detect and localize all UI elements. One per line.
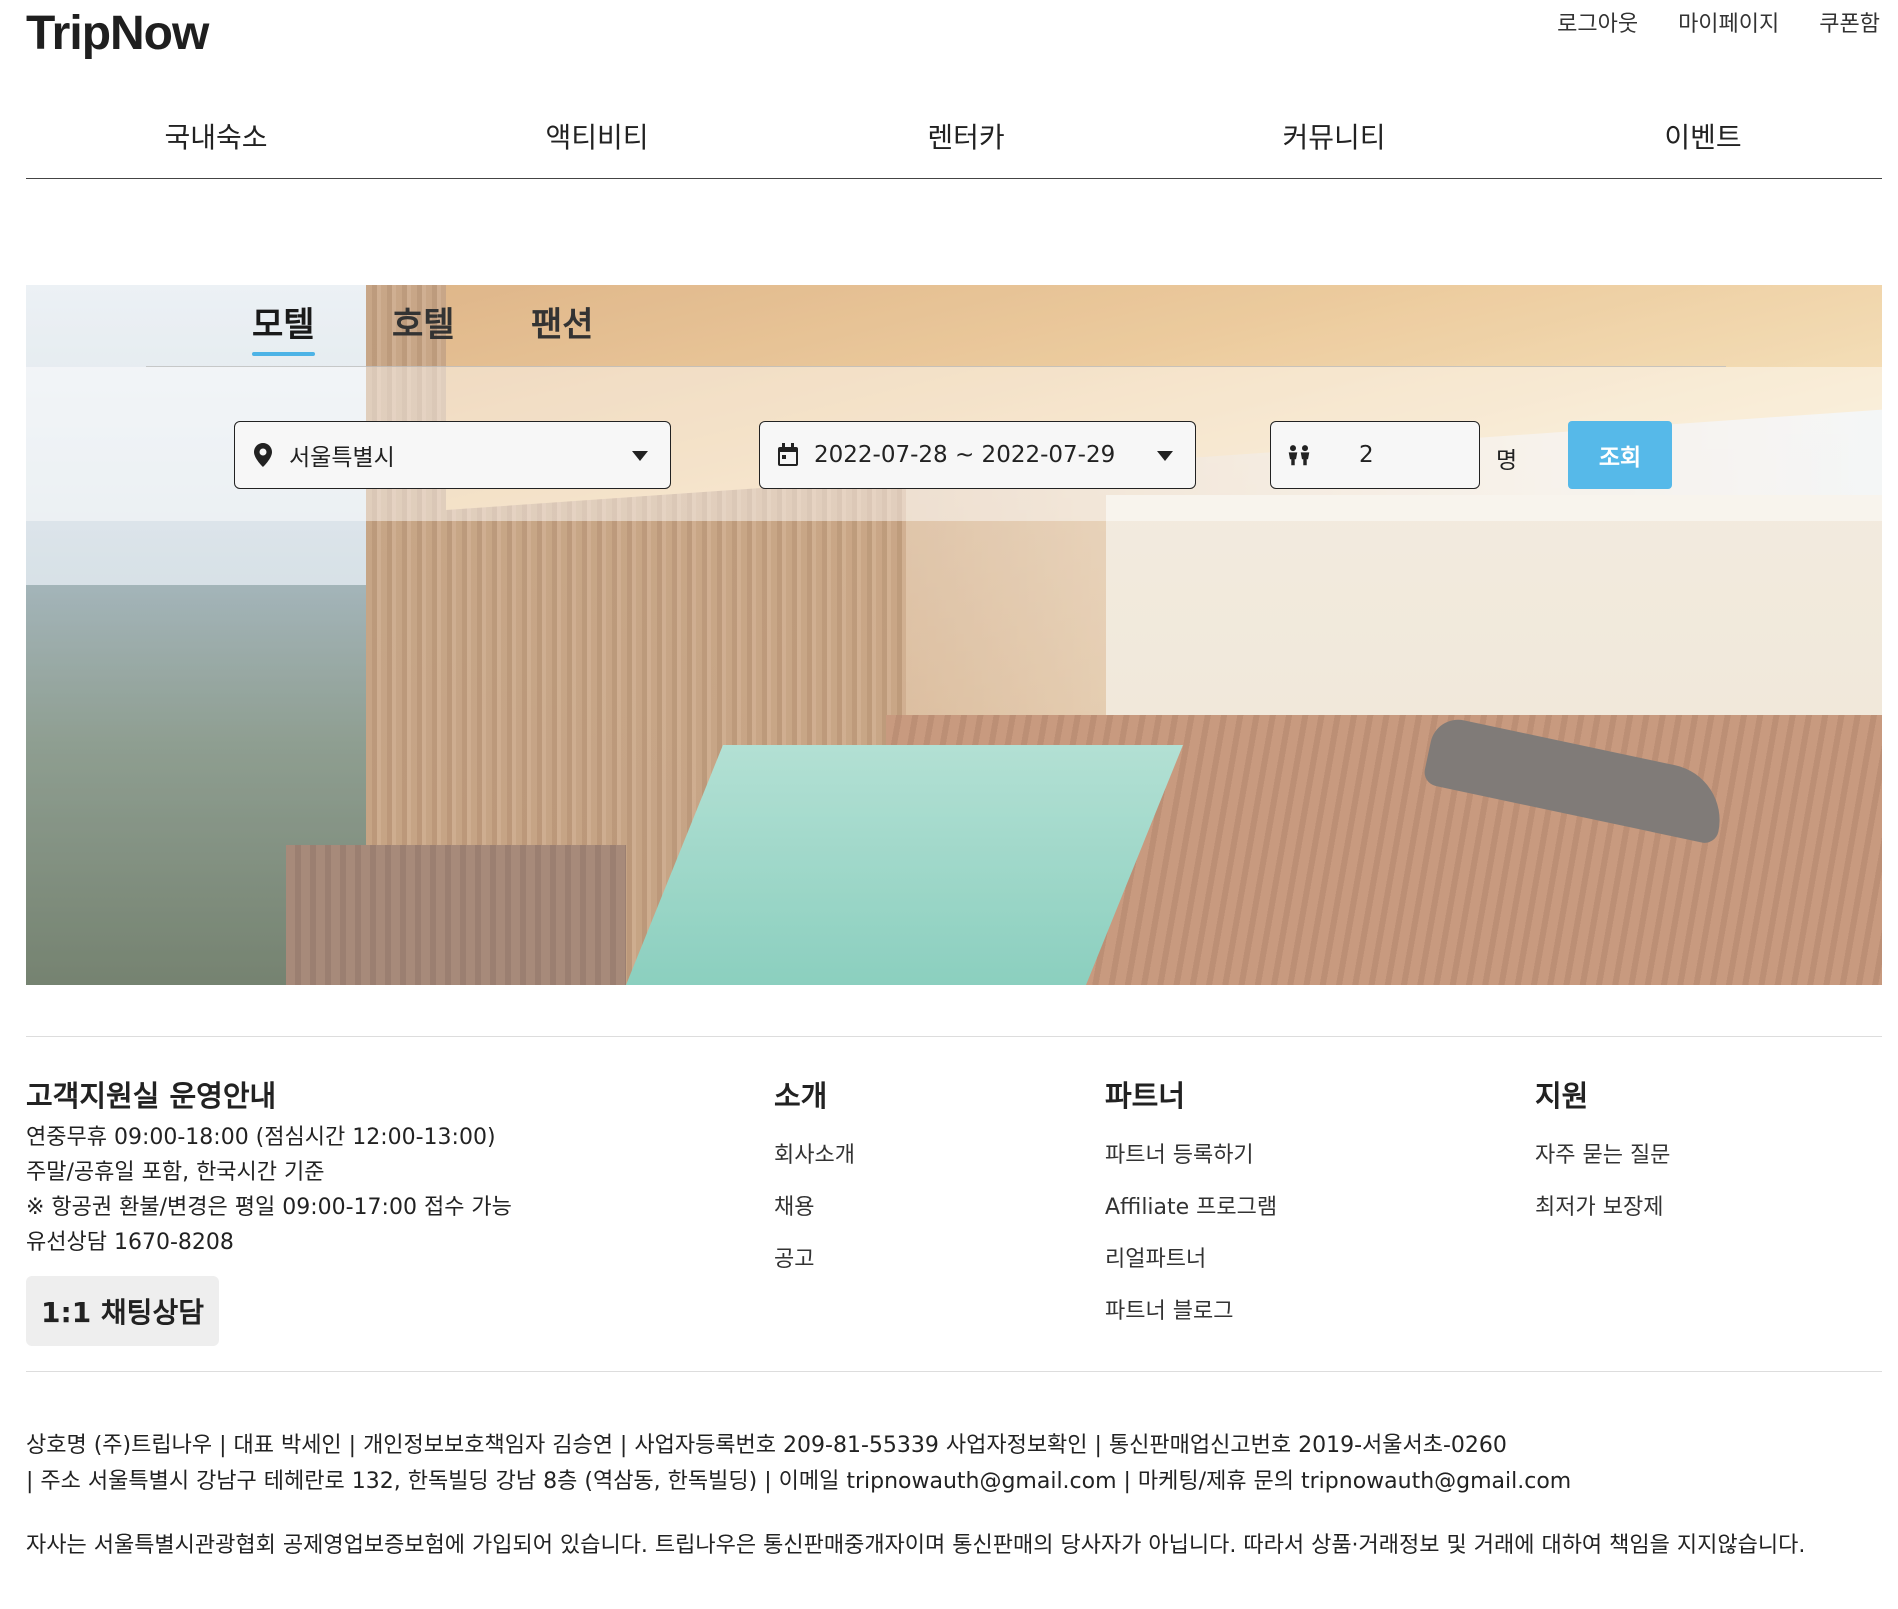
search-submit-button[interactable]: 조회 — [1568, 421, 1672, 489]
support-info: 연중무휴 09:00-18:00 (점심시간 12:00-13:00) 주말/공… — [26, 1120, 512, 1260]
footer-link-partner-blog[interactable]: 파트너 블로그 — [1105, 1293, 1277, 1345]
guest-count-value: 2 — [1359, 442, 1374, 468]
utility-nav: 로그아웃 마이페이지 쿠폰함 — [1557, 6, 1880, 38]
brand-logo[interactable]: TripNow — [26, 6, 209, 61]
date-range-value: 2022-07-28 ~ 2022-07-29 — [814, 442, 1116, 468]
footer-divider-mid — [26, 1371, 1882, 1372]
hero-banner: 모텔 호텔 팬션 서울특별시 2022-07-28 ~ 2022-07-29 2… — [26, 285, 1882, 985]
legal-notice: 자사는 서울특별시관광협회 공제영업보증보험에 가입되어 있습니다. 트립나우은… — [26, 1533, 1806, 1558]
tab-motel[interactable]: 모텔 — [252, 297, 315, 356]
nav-rentcar[interactable]: 렌터카 — [927, 116, 1004, 156]
nav-community[interactable]: 커뮤니티 — [1282, 116, 1385, 156]
map-pin-icon — [251, 443, 275, 467]
footer-col-partner: 파트너 파트너 등록하기 Affiliate 프로그램 리얼파트너 파트너 블로… — [1105, 1073, 1277, 1345]
nav-domestic-stay[interactable]: 국내숙소 — [164, 116, 267, 156]
footer-link-real-partner[interactable]: 리얼파트너 — [1105, 1241, 1277, 1293]
stay-type-tabs: 모텔 호텔 팬션 — [146, 285, 1726, 367]
guest-count-field[interactable]: 2 — [1270, 421, 1480, 489]
region-select[interactable]: 서울특별시 — [234, 421, 671, 489]
region-value: 서울특별시 — [289, 445, 395, 471]
chat-consult-button[interactable]: 1:1 채팅상담 — [26, 1276, 219, 1346]
footer-link-lowest-price[interactable]: 최저가 보장제 — [1535, 1189, 1670, 1241]
date-range-select[interactable]: 2022-07-28 ~ 2022-07-29 — [759, 421, 1196, 489]
footer-link-faq[interactable]: 자주 묻는 질문 — [1535, 1137, 1670, 1189]
footer-link-notice[interactable]: 공고 — [774, 1241, 855, 1293]
business-info: 상호명 (주)트립나우 | 대표 박세인 | 개인정보보호책임자 김승연 | 사… — [26, 1428, 1882, 1500]
support-phone: 유선상담 1670-8208 — [26, 1230, 234, 1255]
support-basis: 주말/공휴일 포함, 한국시간 기준 — [26, 1160, 325, 1185]
caret-down-icon — [1157, 451, 1173, 461]
nav-activity[interactable]: 액티비티 — [545, 116, 648, 156]
coupon-link[interactable]: 쿠폰함 — [1819, 6, 1880, 38]
business-info-line: | 주소 서울특별시 강남구 테헤란로 132, 한독빌딩 강남 8층 (역삼동… — [26, 1469, 1572, 1494]
tab-hotel[interactable]: 호텔 — [392, 297, 455, 346]
calendar-icon — [776, 443, 800, 467]
support-flight-note: ※ 항공권 환불/변경은 평일 09:00-17:00 접수 가능 — [26, 1195, 512, 1220]
footer-link-company[interactable]: 회사소개 — [774, 1137, 855, 1189]
business-info-line: 상호명 (주)트립나우 | 대표 박세인 | 개인정보보호책임자 김승연 | 사… — [26, 1433, 1507, 1458]
footer-col-title: 파트너 — [1105, 1079, 1186, 1113]
guest-unit-label: 명 — [1496, 448, 1518, 474]
footer-divider-top — [26, 1036, 1882, 1037]
nav-event[interactable]: 이벤트 — [1664, 116, 1741, 156]
mypage-link[interactable]: 마이페이지 — [1678, 6, 1779, 38]
footer-col-title: 지원 — [1535, 1079, 1589, 1113]
caret-down-icon — [632, 451, 648, 461]
tab-pension[interactable]: 팬션 — [531, 297, 594, 346]
footer-link-partner-register[interactable]: 파트너 등록하기 — [1105, 1137, 1277, 1189]
footer-link-affiliate[interactable]: Affiliate 프로그램 — [1105, 1189, 1277, 1241]
footer-col-title: 소개 — [774, 1079, 828, 1113]
footer-col-about: 소개 회사소개 채용 공고 — [774, 1073, 855, 1293]
logout-link[interactable]: 로그아웃 — [1557, 6, 1638, 38]
support-title: 고객지원실 운영안내 — [26, 1079, 277, 1113]
main-nav: 국내숙소 액티비티 렌터카 커뮤니티 이벤트 — [26, 116, 1882, 179]
footer-link-recruit[interactable]: 채용 — [774, 1189, 855, 1241]
footer-col-support: 지원 자주 묻는 질문 최저가 보장제 — [1535, 1073, 1670, 1241]
people-icon — [1287, 443, 1311, 467]
support-hours: 연중무휴 09:00-18:00 (점심시간 12:00-13:00) — [26, 1125, 496, 1150]
